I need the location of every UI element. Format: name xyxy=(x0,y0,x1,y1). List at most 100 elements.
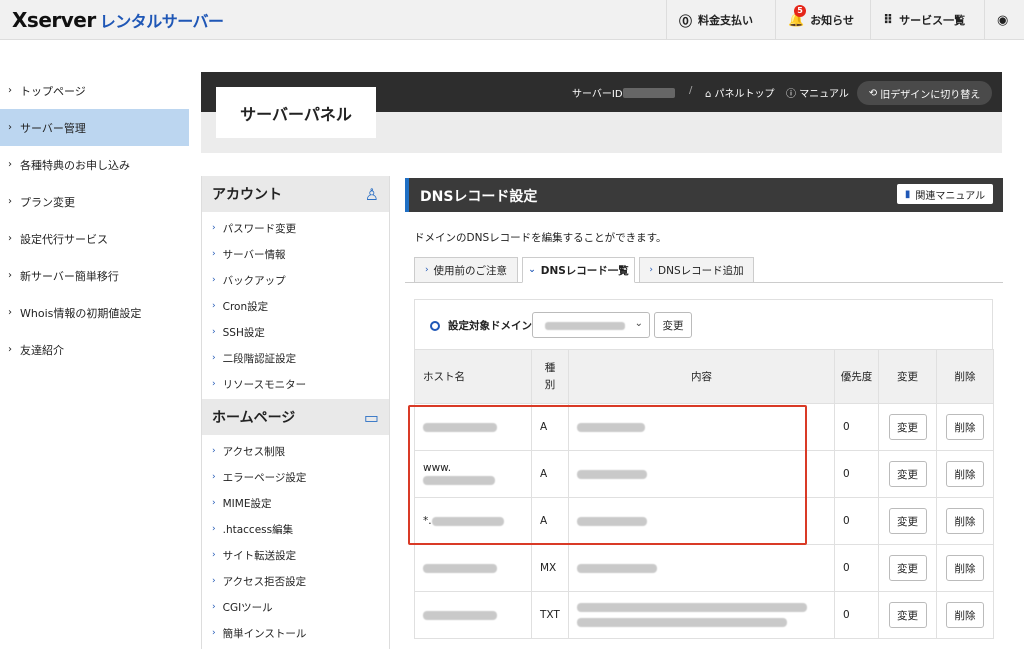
chevron-right-icon: › xyxy=(212,327,216,337)
content-masked xyxy=(577,563,657,573)
manual-label: マニュアル xyxy=(799,89,849,100)
chevron-right-icon: › xyxy=(212,472,216,482)
submenu-item-cgi[interactable]: › CGIツール xyxy=(202,594,389,620)
sidebar-item-label: 友達紹介 xyxy=(20,343,64,357)
content-masked xyxy=(577,516,647,526)
content-cell xyxy=(568,403,835,451)
sidebar-item-label: トップページ xyxy=(20,84,86,98)
sidebar-item-label: サーバー管理 xyxy=(20,121,86,135)
submenu-item-access-deny[interactable]: › アクセス拒否設定 xyxy=(202,568,389,594)
sidebar-item-top[interactable]: › トップページ xyxy=(0,72,189,109)
chevron-right-icon: › xyxy=(8,159,12,170)
account-section-title: アカウント xyxy=(212,187,282,203)
submenu-item-password[interactable]: › パスワード変更 xyxy=(202,215,389,241)
submenu-item-backup[interactable]: › バックアップ xyxy=(202,267,389,293)
edit-cell: 変更 xyxy=(878,591,937,639)
submenu-item-label: サーバー情報 xyxy=(222,248,286,261)
submenu-item-resource-monitor[interactable]: › リソースモニター xyxy=(202,371,389,397)
tab-usage-notes[interactable]: › 使用前のご注意 xyxy=(414,257,518,283)
delete-cell: 削除 xyxy=(936,591,994,639)
delete-record-button[interactable]: 削除 xyxy=(946,414,984,440)
homepage-section-title: ホームページ xyxy=(212,410,296,426)
submenu-item-label: CGIツール xyxy=(222,601,273,614)
content-masked xyxy=(577,469,647,479)
sidebar-item-plan-change[interactable]: › プラン変更 xyxy=(0,183,189,220)
table-row: www. A 0 変更 削除 xyxy=(414,450,994,498)
submenu-item-error-page[interactable]: › エラーページ設定 xyxy=(202,464,389,490)
billing-label: 料金支払い xyxy=(698,14,754,27)
sidebar-item-label: 各種特典のお申し込み xyxy=(20,158,130,172)
submenu-item-ssh[interactable]: › SSH設定 xyxy=(202,319,389,345)
home-icon: ⌂ xyxy=(705,89,715,100)
sidebar-item-whois[interactable]: › Whois情報の初期値設定 xyxy=(0,294,189,331)
chevron-right-icon: › xyxy=(8,307,12,318)
chevron-right-icon: › xyxy=(212,275,216,285)
delete-record-button[interactable]: 削除 xyxy=(946,602,984,628)
col-header-content: 内容 xyxy=(568,349,835,404)
edit-record-button[interactable]: 変更 xyxy=(888,508,927,534)
submenu-item-access-limit[interactable]: › アクセス制限 xyxy=(202,438,389,464)
sidebar-item-benefits[interactable]: › 各種特典のお申し込み xyxy=(0,146,189,183)
notices-button[interactable]: 🔔 5 お知らせ xyxy=(775,0,866,40)
tab-dns-record-list[interactable]: ⌄ DNSレコード一覧 xyxy=(522,257,635,283)
manual-link[interactable]: ⓘ マニュアル xyxy=(786,85,849,100)
host-masked xyxy=(423,563,497,573)
panel-top-link[interactable]: ⌂ パネルトップ xyxy=(705,85,775,100)
submenu-item-cron[interactable]: › Cron設定 xyxy=(202,293,389,319)
col-header-type-text: 種別 xyxy=(544,361,556,391)
submenu-item-mime[interactable]: › MIME設定 xyxy=(202,490,389,516)
chevron-right-icon: › xyxy=(212,353,216,363)
chevron-right-icon: › xyxy=(212,223,216,233)
domain-selector-label: 設定対象ドメイン xyxy=(430,318,532,333)
account-menu-button[interactable]: ◉ xyxy=(984,0,1024,40)
sidebar-item-setup-service[interactable]: › 設定代行サービス xyxy=(0,220,189,257)
submenu-item-label: Cron設定 xyxy=(222,300,269,313)
domain-change-button[interactable]: 変更 xyxy=(654,312,692,338)
domain-select[interactable]: ⌄ xyxy=(532,312,650,338)
delete-cell: 削除 xyxy=(936,403,994,451)
grid-icon: ⠿ xyxy=(883,12,894,28)
submenu-item-server-info[interactable]: › サーバー情報 xyxy=(202,241,389,267)
sidebar-item-migration[interactable]: › 新サーバー簡単移行 xyxy=(0,257,189,294)
tab-dns-record-add[interactable]: › DNSレコード追加 xyxy=(639,257,754,283)
edit-record-button[interactable]: 変更 xyxy=(888,414,927,440)
delete-record-button[interactable]: 削除 xyxy=(946,461,984,487)
refresh-icon: ⟲ xyxy=(868,87,881,99)
edit-record-button[interactable]: 変更 xyxy=(888,555,927,581)
chevron-right-icon: › xyxy=(8,270,12,281)
host-masked xyxy=(423,610,497,620)
edit-cell: 変更 xyxy=(878,544,937,592)
billing-button[interactable]: ⓪ 料金支払い xyxy=(666,0,765,40)
related-manual-button[interactable]: ▮ 関連マニュアル xyxy=(897,184,993,204)
book-icon: ▮ xyxy=(904,188,911,200)
domain-value-masked xyxy=(545,322,625,330)
submenu-item-label: SSH設定 xyxy=(222,326,265,339)
delete-cell: 削除 xyxy=(936,544,994,592)
sidebar-nav: › トップページ › サーバー管理 › 各種特典のお申し込み › プラン変更 › 設定代行… xyxy=(0,72,189,368)
submenu-item-easy-install[interactable]: › 簡単インストール xyxy=(202,620,389,646)
chevron-right-icon: › xyxy=(212,576,216,586)
services-button[interactable]: ⠿ サービス一覧 xyxy=(870,0,977,40)
xserver-logo[interactable]: Xserver レンタルサーバー xyxy=(12,8,224,32)
host-prefix: www. xyxy=(423,462,452,474)
submenu-item-2fa[interactable]: › 二段階認証設定 xyxy=(202,345,389,371)
chevron-right-icon: › xyxy=(212,628,216,638)
notices-label: お知らせ xyxy=(810,14,854,27)
edit-record-button[interactable]: 変更 xyxy=(888,461,927,487)
dns-record-table: ホスト名 種別 内容 優先度 変更 削除 A 0 変更 削除 www. A 0 … xyxy=(414,349,994,639)
submenu-item-htaccess[interactable]: › .htaccess編集 xyxy=(202,516,389,542)
sidebar-item-referral[interactable]: › 友達紹介 xyxy=(0,331,189,368)
sidebar-item-server-management[interactable]: › サーバー管理 xyxy=(0,109,189,146)
content-masked xyxy=(577,603,807,612)
content-cell xyxy=(568,450,835,498)
submenu-item-redirect[interactable]: › サイト転送設定 xyxy=(202,542,389,568)
host-prefix: *. xyxy=(423,515,432,527)
old-design-button[interactable]: ⟲ 旧デザインに切り替え xyxy=(857,81,992,105)
col-header-priority: 優先度 xyxy=(834,349,879,404)
delete-record-button[interactable]: 削除 xyxy=(946,508,984,534)
table-header-row: ホスト名 種別 内容 優先度 変更 削除 xyxy=(414,349,994,404)
chevron-right-icon: › xyxy=(424,265,429,275)
edit-record-button[interactable]: 変更 xyxy=(888,602,927,628)
priority-cell: 0 xyxy=(834,497,879,545)
delete-record-button[interactable]: 削除 xyxy=(946,555,984,581)
